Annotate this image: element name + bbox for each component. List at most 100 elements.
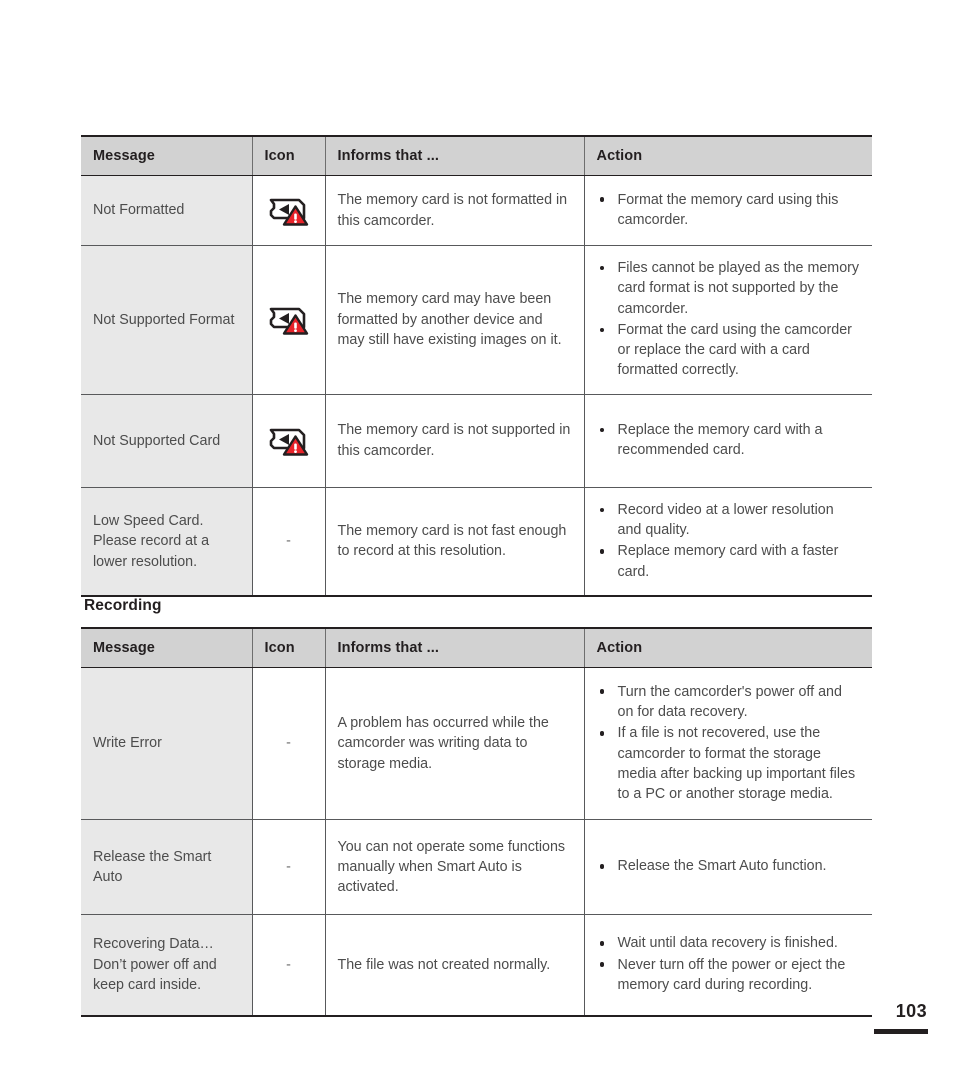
cell-action: Format the memory card using this camcor… bbox=[584, 175, 872, 246]
cell-message: Release the Smart Auto bbox=[81, 819, 253, 915]
cell-icon bbox=[252, 394, 326, 488]
column-header-action: Action bbox=[584, 136, 872, 176]
page-number: 103 bbox=[895, 1001, 927, 1021]
list-item: Replace the memory card with a recommend… bbox=[597, 420, 861, 461]
page-number-rule bbox=[874, 1029, 928, 1034]
column-header-action: Action bbox=[584, 628, 872, 668]
column-header-icon: Icon bbox=[252, 628, 326, 668]
no-icon-placeholder: - bbox=[286, 533, 291, 550]
bullet-icon bbox=[599, 941, 605, 946]
action-list: Replace the memory card with a recommend… bbox=[597, 420, 861, 461]
column-header-icon: Icon bbox=[252, 136, 326, 176]
list-item: Files cannot be played as the memory car… bbox=[597, 258, 861, 319]
bullet-icon bbox=[599, 427, 605, 433]
action-text: Replace the memory card with a recommend… bbox=[617, 421, 823, 459]
bullet-icon bbox=[599, 507, 605, 513]
memory-card-warning-icon bbox=[267, 424, 311, 458]
cell-informs: The file was not created normally. bbox=[325, 914, 585, 1016]
table-row: Release the Smart Auto - You can not ope… bbox=[81, 819, 872, 915]
table-row: Low Speed Card. Please record at a lower… bbox=[81, 487, 872, 596]
cell-icon: - bbox=[252, 819, 326, 915]
section-title-recording: Recording bbox=[84, 597, 162, 614]
cell-icon bbox=[252, 245, 326, 395]
action-text: Format the card using the camcorder or r… bbox=[617, 321, 852, 379]
cell-informs: The memory card may have been formatted … bbox=[325, 245, 585, 395]
cell-icon: - bbox=[252, 487, 326, 596]
cell-message: Write Error bbox=[81, 667, 253, 820]
action-list: Files cannot be played as the memory car… bbox=[597, 258, 861, 381]
action-text: Replace memory card with a faster card. bbox=[617, 543, 839, 580]
memory-card-warning-icon bbox=[267, 194, 311, 228]
table-row: Not Supported Format The memory card may… bbox=[81, 245, 872, 395]
storage-media-message-table: Message Icon Informs that ... Action Not… bbox=[81, 135, 872, 597]
action-text: Record video at a lower resolution and q… bbox=[617, 501, 834, 539]
cell-message: Not Formatted bbox=[81, 175, 253, 246]
cell-action: Turn the camcorder's power off and on fo… bbox=[584, 667, 872, 820]
no-icon-placeholder: - bbox=[286, 858, 291, 875]
manual-page: Message Icon Informs that ... Action Not… bbox=[0, 0, 954, 1091]
action-list: Turn the camcorder's power off and on fo… bbox=[597, 682, 861, 805]
list-item: Never turn off the power or eject the me… bbox=[597, 955, 861, 996]
cell-action: Wait until data recovery is finished. Ne… bbox=[584, 915, 872, 1016]
action-text: Wait until data recovery is finished. bbox=[617, 935, 838, 952]
action-text: Files cannot be played as the memory car… bbox=[617, 260, 860, 317]
recording-message-table: Message Icon Informs that ... Action Wri… bbox=[81, 627, 872, 1017]
no-icon-placeholder: - bbox=[286, 735, 291, 752]
cell-icon: - bbox=[252, 667, 326, 820]
cell-informs: The memory card is not fast enough to re… bbox=[325, 487, 585, 596]
list-item: Release the Smart Auto function. bbox=[597, 856, 861, 876]
action-text: Never turn off the power or eject the me… bbox=[617, 956, 846, 993]
table-row: Recovering Data… Don’t power off and kee… bbox=[81, 914, 872, 1016]
table-body: Write Error - A problem has occurred whi… bbox=[81, 667, 872, 1016]
cell-action: Record video at a lower resolution and q… bbox=[584, 487, 872, 596]
cell-action: Release the Smart Auto function. bbox=[584, 819, 872, 915]
table-header-row: Message Icon Informs that ... Action bbox=[81, 628, 872, 668]
cell-informs: The memory card is not supported in this… bbox=[325, 394, 585, 488]
list-item: Record video at a lower resolution and q… bbox=[597, 500, 861, 541]
cell-message: Not Supported Format bbox=[81, 245, 253, 395]
list-item: Replace memory card with a faster card. bbox=[597, 541, 861, 582]
list-item: Format the card using the camcorder or r… bbox=[597, 320, 861, 381]
column-header-informs: Informs that ... bbox=[325, 136, 585, 176]
table-body: Not Formatted The memory card is not for… bbox=[81, 175, 872, 596]
action-text: Format the memory card using this camcor… bbox=[617, 191, 839, 228]
cell-action: Replace the memory card with a recommend… bbox=[584, 394, 872, 488]
action-list: Record video at a lower resolution and q… bbox=[597, 500, 861, 582]
bullet-icon bbox=[599, 197, 605, 203]
action-list: Release the Smart Auto function. bbox=[597, 856, 861, 876]
column-header-message: Message bbox=[81, 628, 253, 668]
action-list: Format the memory card using this camcor… bbox=[597, 190, 861, 231]
action-text: If a file is not recovered, use the camc… bbox=[617, 725, 856, 803]
column-header-informs: Informs that ... bbox=[325, 628, 585, 668]
bullet-icon bbox=[599, 327, 605, 333]
bullet-icon bbox=[599, 864, 605, 869]
no-icon-placeholder: - bbox=[286, 956, 291, 973]
memory-card-warning-icon bbox=[267, 303, 311, 337]
bullet-icon bbox=[599, 265, 605, 271]
action-list: Wait until data recovery is finished. Ne… bbox=[597, 933, 861, 995]
cell-message: Low Speed Card. Please record at a lower… bbox=[81, 487, 253, 596]
cell-informs: You can not operate some functions manua… bbox=[325, 819, 585, 915]
cell-icon: - bbox=[252, 914, 326, 1016]
bullet-icon bbox=[599, 689, 605, 694]
table-row: Not Formatted The memory card is not for… bbox=[81, 175, 872, 246]
column-header-message: Message bbox=[81, 136, 253, 176]
bullet-icon bbox=[599, 962, 605, 967]
list-item: Turn the camcorder's power off and on fo… bbox=[597, 682, 861, 723]
cell-informs: A problem has occurred while the camcord… bbox=[325, 667, 585, 820]
table-row: Write Error - A problem has occurred whi… bbox=[81, 667, 872, 820]
bullet-icon bbox=[599, 730, 605, 736]
list-item: Format the memory card using this camcor… bbox=[597, 190, 861, 231]
cell-message: Not Supported Card bbox=[81, 394, 253, 488]
list-item: Wait until data recovery is finished. bbox=[597, 933, 861, 953]
list-item: If a file is not recovered, use the camc… bbox=[597, 723, 861, 804]
cell-informs: The memory card is not formatted in this… bbox=[325, 175, 585, 246]
table-row: Not Supported Card The memory card is no… bbox=[81, 394, 872, 488]
action-text: Release the Smart Auto function. bbox=[617, 858, 827, 875]
cell-action: Files cannot be played as the memory car… bbox=[584, 245, 872, 395]
table-header: Message Icon Informs that ... Action bbox=[81, 628, 872, 668]
table-header-row: Message Icon Informs that ... Action bbox=[81, 136, 872, 176]
table-header: Message Icon Informs that ... Action bbox=[81, 136, 872, 176]
cell-icon bbox=[252, 175, 326, 246]
bullet-icon bbox=[599, 549, 605, 554]
